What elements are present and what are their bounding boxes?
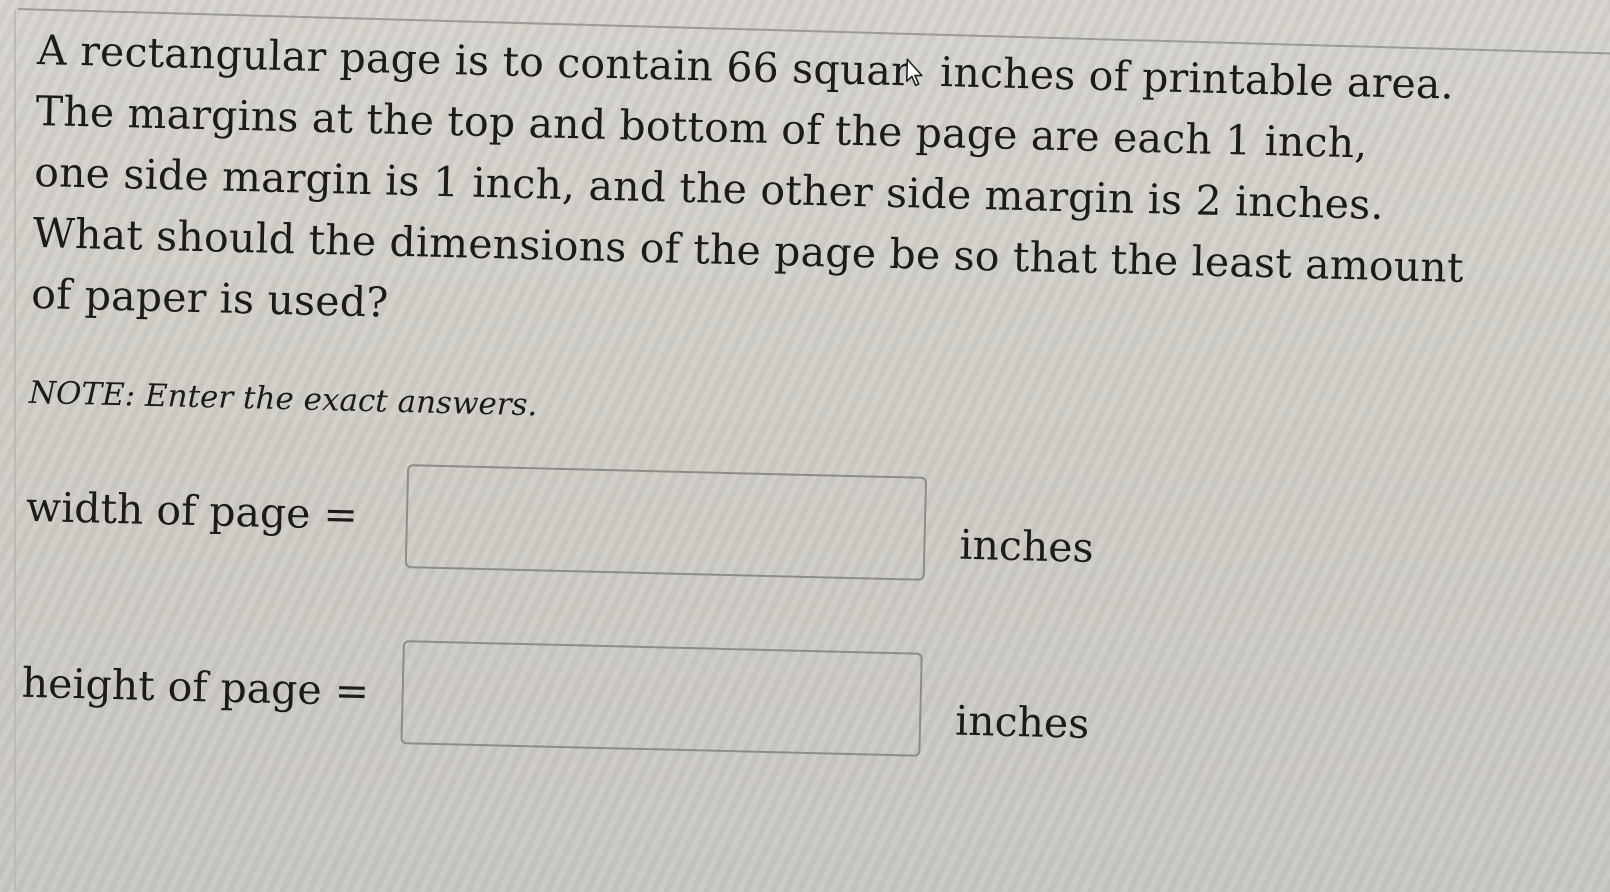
answer-row-height: height of page = inches bbox=[21, 631, 1583, 773]
height-label: height of page = bbox=[21, 658, 370, 716]
answer-row-width: width of page = inches bbox=[25, 455, 1587, 597]
height-input[interactable] bbox=[400, 640, 923, 757]
problem-statement: A rectangular page is to contain 66 squa… bbox=[31, 20, 1558, 362]
note-text: NOTE: Enter the exact answers. bbox=[28, 374, 538, 424]
width-label: width of page = bbox=[25, 482, 359, 539]
screen-background: A rectangular page is to contain 66 squa… bbox=[0, 0, 1610, 892]
question-panel: A rectangular page is to contain 66 squa… bbox=[21, 20, 1598, 773]
mouse-cursor-icon bbox=[905, 43, 928, 87]
width-input[interactable] bbox=[404, 464, 928, 581]
height-unit: inches bbox=[954, 696, 1090, 748]
problem-text: inches of printable area. bbox=[926, 47, 1455, 109]
panel-left-border bbox=[14, 10, 16, 890]
width-unit: inches bbox=[958, 520, 1095, 572]
